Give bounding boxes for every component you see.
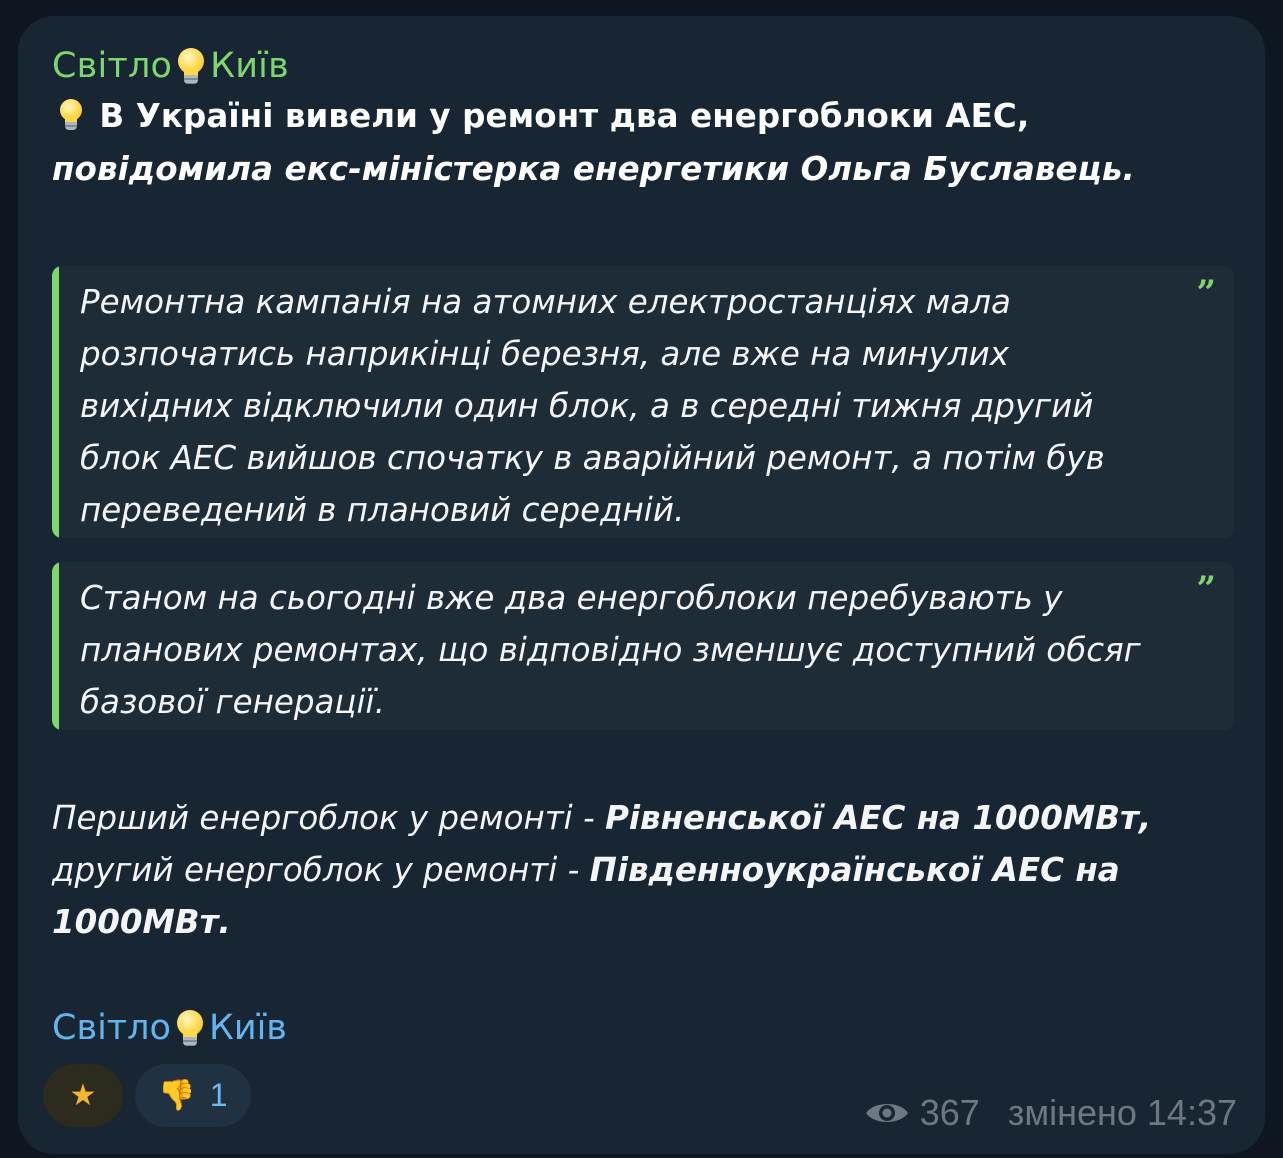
message-time: 14:37 [1146,1092,1237,1133]
light-bulb-icon [175,1008,205,1048]
channel-signature-link[interactable]: Світло Київ [52,1006,1233,1050]
message-meta: 367 змінено 14:37 [864,1092,1237,1134]
thumbs-down-icon: 👎 [158,1077,196,1113]
headline-bold: В Україні вивели у ремонт два енергоблок… [99,97,1030,135]
reaction-thumbs-down-button[interactable]: 👎 1 [135,1064,251,1127]
light-bulb-icon [58,97,84,133]
blockquote-2: Станом на сьогодні вже два енергоблоки п… [52,562,1234,730]
reactions-bar: ★ 👎 1 [43,1064,251,1127]
signature-part1: Світло [52,1008,171,1048]
author-name-part2: Київ [210,46,289,86]
paragraph-part2: другий енергоблок у ремонті - [52,851,590,889]
signature-part2: Київ [208,1008,287,1048]
light-bulb-icon [176,46,206,86]
post-paragraph: Перший енергоблок у ремонті - Рівненсько… [52,792,1233,948]
blockquote-text: Ремонтна кампанія на атомних електростан… [80,283,1105,529]
paragraph-part1-bold: Рівненської АЕС на 1000МВт, [605,799,1152,837]
message-bubble: Світло Київ В Україні вивели у ремонт дв… [18,16,1265,1154]
quote-mark-icon: ” [1196,273,1216,313]
blockquote-1: Ремонтна кампанія на атомних електростан… [52,266,1234,538]
author-name-part1: Світло [52,46,173,86]
quote-mark-icon: ” [1196,569,1216,609]
headline-bold-italic: повідомила екс-міністерка енергетики Оль… [52,150,1135,188]
edited-label: змінено [1007,1092,1137,1133]
blockquote-text: Станом на сьогодні вже два енергоблоки п… [80,579,1141,721]
eye-icon [865,1104,908,1122]
views-count: 367 [919,1092,980,1133]
reaction-count: 1 [209,1077,228,1113]
channel-author[interactable]: Світло Київ [52,44,1233,88]
reaction-star-button[interactable]: ★ [43,1064,123,1127]
post-headline: В Україні вивели у ремонт два енергоблок… [52,90,1233,196]
paragraph-part1: Перший енергоблок у ремонті - [52,799,606,837]
star-icon: ★ [69,1077,97,1113]
